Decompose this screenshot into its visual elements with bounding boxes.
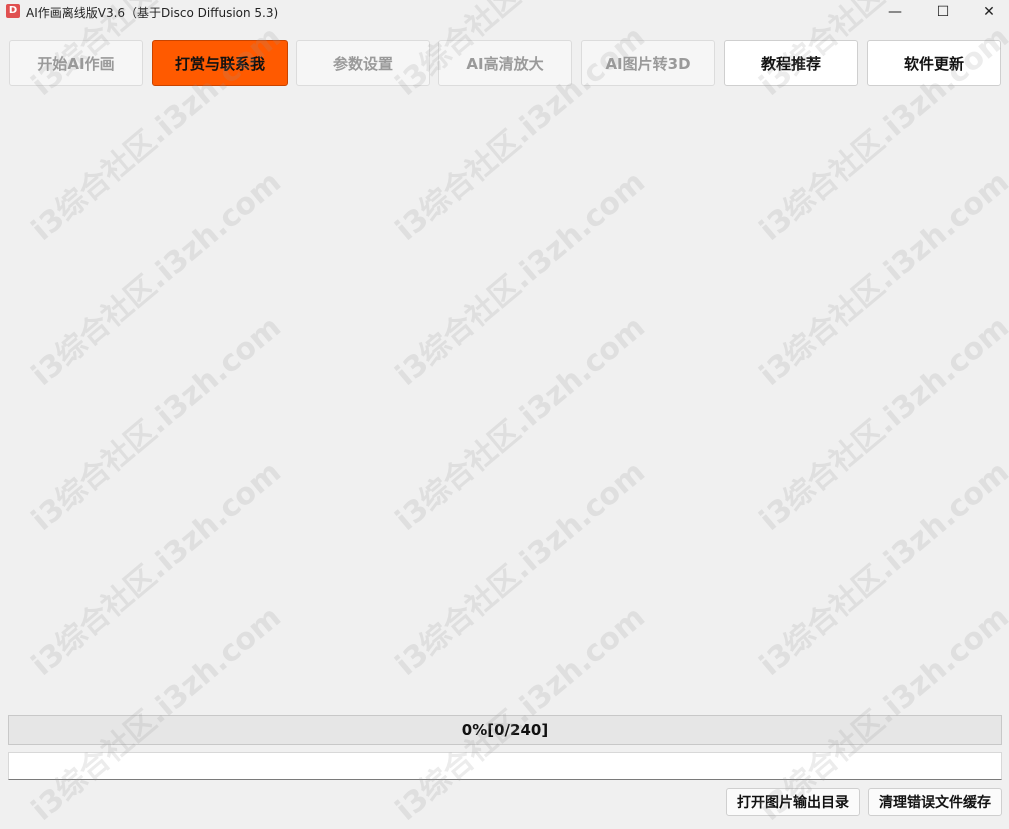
- minimize-button[interactable]: —: [872, 0, 918, 24]
- app-icon: D: [6, 4, 20, 18]
- window-title: AI作画离线版V3.6（基于Disco Diffusion 5.3): [26, 6, 279, 20]
- tab-donate-contact[interactable]: 打赏与联系我: [152, 40, 288, 86]
- tab-parameter-settings[interactable]: 参数设置: [296, 40, 430, 86]
- title-bar: D AI作画离线版V3.6（基于Disco Diffusion 5.3) — ☐…: [0, 0, 1009, 24]
- content-area: [9, 96, 1001, 706]
- status-field[interactable]: [8, 752, 1002, 780]
- progress-bar: 0%[0/240]: [8, 715, 1002, 745]
- maximize-button[interactable]: ☐: [920, 0, 966, 24]
- tab-tutorials[interactable]: 教程推荐: [724, 40, 858, 86]
- close-button[interactable]: ✕: [966, 0, 1009, 24]
- clear-cache-button[interactable]: 清理错误文件缓存: [868, 788, 1002, 816]
- tab-ai-upscale[interactable]: AI高清放大: [438, 40, 572, 86]
- tab-ai-image-to-3d[interactable]: AI图片转3D: [581, 40, 715, 86]
- progress-text: 0%[0/240]: [461, 721, 549, 739]
- tab-software-update[interactable]: 软件更新: [867, 40, 1001, 86]
- tab-start-ai-painting[interactable]: 开始AI作画: [9, 40, 143, 86]
- open-output-folder-button[interactable]: 打开图片输出目录: [726, 788, 860, 816]
